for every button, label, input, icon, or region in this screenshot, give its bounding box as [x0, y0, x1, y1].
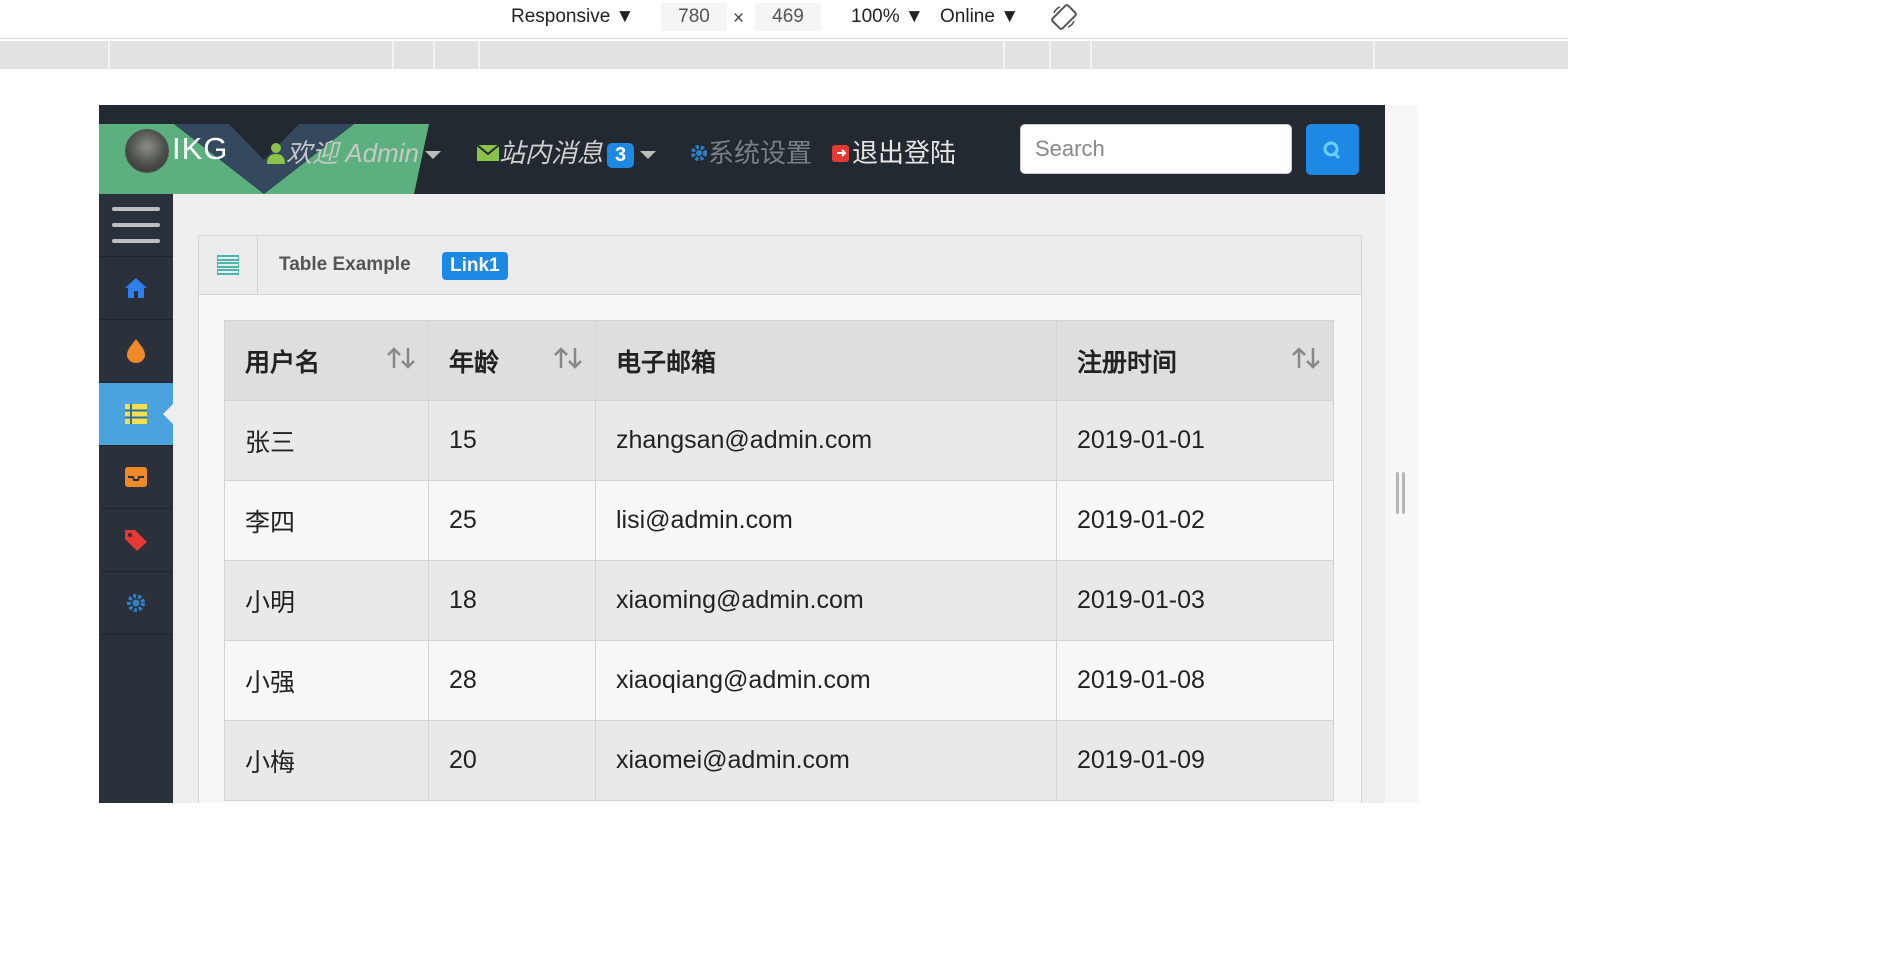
logout-link[interactable]: 退出登陆	[832, 133, 956, 170]
home-icon	[125, 278, 147, 298]
gear-icon	[127, 594, 145, 612]
tag-icon	[125, 530, 147, 551]
table-header-row: 用户名 年龄 电子邮箱 注册时间	[224, 320, 1334, 401]
settings-label: 系统设置	[708, 138, 813, 168]
search-input[interactable]	[1020, 124, 1292, 174]
cell-email: xiaomei@admin.com	[595, 720, 1057, 801]
cell-age: 20	[428, 720, 596, 801]
messages-label: 站内消息	[499, 138, 604, 168]
cell-email: zhangsan@admin.com	[595, 400, 1057, 481]
cell-age: 28	[428, 640, 596, 721]
panel-title: Table Example	[279, 254, 411, 275]
cell-email: xiaoming@admin.com	[595, 560, 1057, 641]
cell-registered: 2019-01-02	[1056, 480, 1334, 561]
chevron-down-icon	[640, 151, 657, 160]
cell-username: 张三	[224, 400, 429, 481]
user-icon	[267, 143, 285, 164]
list-icon	[217, 255, 239, 275]
sidebar	[99, 194, 173, 803]
sort-icon[interactable]	[1291, 347, 1321, 369]
column-header-registered[interactable]: 注册时间	[1056, 320, 1334, 401]
sidebar-item-tags[interactable]	[99, 509, 173, 572]
network-select[interactable]: Online ▼	[940, 6, 1019, 28]
cell-email: lisi@admin.com	[595, 480, 1057, 561]
column-label: 用户名	[245, 348, 321, 377]
brand-name[interactable]: IKG	[172, 131, 228, 167]
panel-link-badge[interactable]: Link1	[442, 252, 508, 280]
search-icon	[1323, 141, 1341, 160]
cell-registered: 2019-01-01	[1056, 400, 1334, 481]
sidebar-item-home[interactable]	[99, 257, 173, 320]
column-label: 年龄	[449, 348, 500, 377]
mail-icon	[476, 144, 500, 161]
logout-icon	[832, 145, 849, 162]
panel-header: Table Example Link1	[199, 236, 1361, 295]
sidebar-item-table[interactable]	[99, 383, 173, 446]
column-header-age[interactable]: 年龄	[428, 320, 596, 401]
cell-age: 18	[428, 560, 596, 641]
table-row[interactable]: 小强 28 xiaoqiang@admin.com 2019-01-08	[224, 640, 1334, 721]
resize-handle[interactable]	[1396, 472, 1406, 514]
cell-age: 15	[428, 400, 596, 481]
cell-registered: 2019-01-03	[1056, 560, 1334, 641]
table-row[interactable]: 小明 18 xiaoming@admin.com 2019-01-03	[224, 560, 1334, 641]
top-navbar: IKG 欢迎 Admin 站内消息 3 系统设置 退出登陆	[99, 105, 1385, 194]
cell-registered: 2019-01-09	[1056, 720, 1334, 801]
cell-username: 小明	[224, 560, 429, 641]
sort-icon[interactable]	[553, 347, 583, 369]
menu-icon	[112, 207, 160, 243]
sort-icon[interactable]	[386, 347, 416, 369]
column-label: 电子邮箱	[616, 348, 717, 377]
table-row[interactable]: 小梅 20 xiaomei@admin.com 2019-01-09	[224, 720, 1334, 801]
cell-email: xiaoqiang@admin.com	[595, 640, 1057, 721]
column-header-username[interactable]: 用户名	[224, 320, 429, 401]
dimension-separator: ×	[733, 8, 745, 29]
column-header-email: 电子邮箱	[595, 320, 1057, 401]
sidebar-item-inbox[interactable]	[99, 446, 173, 509]
app-viewport: IKG 欢迎 Admin 站内消息 3 系统设置 退出登陆 Search Tab…	[99, 105, 1385, 803]
zoom-select[interactable]: 100% ▼	[851, 6, 924, 28]
messages-menu[interactable]: 站内消息 3	[476, 133, 657, 170]
users-table: 用户名 年龄 电子邮箱 注册时间 张三 15 zhangsan@admin.co…	[224, 320, 1334, 801]
viewport-edge	[1385, 105, 1418, 803]
logout-label: 退出登陆	[852, 138, 957, 168]
height-input[interactable]: 469	[755, 3, 821, 31]
avatar[interactable]	[125, 129, 169, 173]
width-input[interactable]: 780	[661, 3, 727, 31]
cell-username: 李四	[224, 480, 429, 561]
column-label: 注册时间	[1077, 348, 1178, 377]
table-row[interactable]: 张三 15 zhangsan@admin.com 2019-01-01	[224, 400, 1334, 481]
settings-menu[interactable]: 系统设置	[690, 133, 812, 170]
rotate-icon[interactable]	[1050, 3, 1078, 31]
media-query-ruler[interactable]	[0, 41, 1568, 69]
sidebar-menu-toggle[interactable]	[99, 194, 173, 257]
cell-registered: 2019-01-08	[1056, 640, 1334, 721]
cell-username: 小梅	[224, 720, 429, 801]
device-select[interactable]: Responsive ▼	[511, 6, 634, 28]
sidebar-item-settings[interactable]	[99, 572, 173, 635]
panel-menu-toggle[interactable]	[199, 236, 258, 294]
devtools-toolbar: Responsive ▼ 780 × 469 100% ▼ Online ▼	[0, 0, 1568, 39]
chevron-down-icon	[424, 151, 441, 160]
search-button[interactable]	[1306, 124, 1359, 175]
gear-icon	[691, 145, 707, 161]
messages-count-badge: 3	[607, 142, 635, 168]
welcome-label: 欢迎 Admin	[286, 138, 419, 168]
fire-icon	[127, 339, 145, 363]
inbox-icon	[125, 467, 147, 487]
table-row[interactable]: 李四 25 lisi@admin.com 2019-01-02	[224, 480, 1334, 561]
sidebar-item-fire[interactable]	[99, 320, 173, 383]
table-icon	[125, 404, 147, 424]
cell-age: 25	[428, 480, 596, 561]
welcome-menu[interactable]: 欢迎 Admin	[266, 133, 441, 170]
cell-username: 小强	[224, 640, 429, 721]
